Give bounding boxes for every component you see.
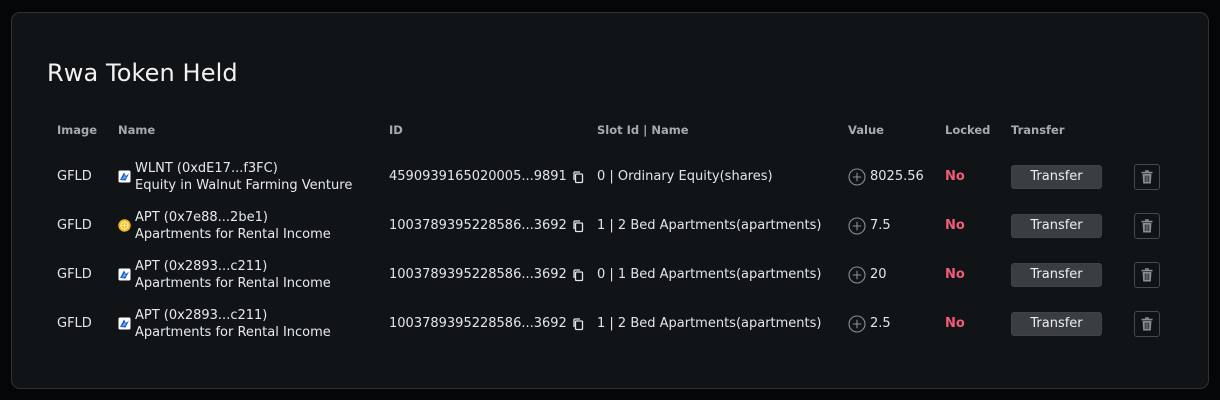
locked-cell: No [945, 152, 965, 201]
add-value-icon[interactable] [848, 167, 866, 186]
trash-icon [1141, 267, 1153, 281]
delete-cell [1134, 201, 1160, 250]
chain-logo-icon [118, 317, 131, 330]
token-symbol-address: WLNT (0xdE17...f3FC) [135, 160, 278, 176]
copy-icon[interactable] [571, 219, 585, 233]
token-description: Apartments for Rental Income [135, 226, 331, 242]
rwa-token-panel: Rwa Token Held Image Name ID Slot Id | N… [11, 12, 1209, 389]
header-image: Image [57, 123, 98, 137]
locked-cell: No [945, 250, 965, 299]
token-image-label: GFLD [57, 169, 92, 184]
trash-icon [1141, 218, 1153, 232]
value-cell: 20 [848, 250, 887, 299]
copy-icon[interactable] [571, 170, 585, 184]
token-id-cell: 4590939165020005...9891 [389, 152, 585, 201]
table-row: GFLD APT (0x2893...c211) Apartments for … [12, 250, 1208, 299]
token-value: 7.5 [870, 218, 891, 233]
transfer-cell: Transfer [1011, 201, 1102, 250]
token-id-cell: 1003789395228586...3692 [389, 299, 585, 348]
transfer-cell: Transfer [1011, 152, 1102, 201]
token-id-cell: 1003789395228586...3692 [389, 250, 585, 299]
token-value: 8025.56 [870, 169, 924, 184]
trash-icon [1141, 316, 1153, 330]
copy-icon[interactable] [571, 268, 585, 282]
locked-status: No [945, 218, 965, 233]
token-id-cell: 1003789395228586...3692 [389, 201, 585, 250]
delete-button[interactable] [1134, 310, 1160, 337]
delete-cell [1134, 250, 1160, 299]
token-image-label: GFLD [57, 218, 92, 233]
header-locked: Locked [945, 123, 991, 137]
transfer-button[interactable]: Transfer [1011, 311, 1102, 336]
token-description: Equity in Walnut Farming Venture [135, 177, 353, 193]
value-cell: 8025.56 [848, 152, 924, 201]
trash-icon [1141, 169, 1153, 183]
transfer-button[interactable]: Transfer [1011, 213, 1102, 238]
token-image-label: GFLD [57, 316, 92, 331]
slot-id-name: 0 | 1 Bed Apartments(apartments) [597, 267, 822, 282]
token-id: 4590939165020005...9891 [389, 169, 567, 184]
token-name-cell: APT (0x2893...c211) Apartments for Renta… [118, 299, 331, 348]
token-name-cell: WLNT (0xdE17...f3FC) Equity in Walnut Fa… [118, 152, 352, 201]
table-row: GFLD WLNT (0xdE17...f3FC) Equity in Waln… [12, 152, 1208, 201]
locked-cell: No [945, 201, 965, 250]
token-value: 20 [870, 267, 887, 282]
add-value-icon[interactable] [848, 216, 866, 235]
header-id: ID [389, 123, 403, 137]
token-id: 1003789395228586...3692 [389, 316, 567, 331]
delete-button[interactable] [1134, 212, 1160, 239]
table-row: GFLD APT (0x7e88...2be1) Apartments for … [12, 201, 1208, 250]
locked-cell: No [945, 299, 965, 348]
token-image-label: GFLD [57, 267, 92, 282]
copy-icon[interactable] [571, 317, 585, 331]
token-symbol-address: APT (0x2893...c211) [135, 307, 268, 323]
chain-logo-icon [118, 268, 131, 281]
delete-cell [1134, 299, 1160, 348]
locked-status: No [945, 316, 965, 331]
slot-id-name: 0 | Ordinary Equity(shares) [597, 169, 773, 184]
coin-logo-icon [118, 219, 131, 232]
delete-button[interactable] [1134, 163, 1160, 190]
transfer-cell: Transfer [1011, 299, 1102, 348]
token-value: 2.5 [870, 316, 891, 331]
add-value-icon[interactable] [848, 314, 866, 333]
token-id: 1003789395228586...3692 [389, 267, 567, 282]
panel-title: Rwa Token Held [47, 59, 238, 87]
token-name-cell: APT (0x7e88...2be1) Apartments for Renta… [118, 201, 331, 250]
delete-button[interactable] [1134, 261, 1160, 288]
header-value: Value [848, 123, 884, 137]
header-transfer: Transfer [1011, 123, 1065, 137]
slot-id-name: 1 | 2 Bed Apartments(apartments) [597, 218, 822, 233]
table-row: GFLD APT (0x2893...c211) Apartments for … [12, 299, 1208, 348]
value-cell: 2.5 [848, 299, 891, 348]
token-name-cell: APT (0x2893...c211) Apartments for Renta… [118, 250, 331, 299]
token-description: Apartments for Rental Income [135, 275, 331, 291]
token-symbol-address: APT (0x7e88...2be1) [135, 209, 268, 225]
slot-id-name: 1 | 2 Bed Apartments(apartments) [597, 316, 822, 331]
delete-cell [1134, 152, 1160, 201]
header-name: Name [118, 123, 156, 137]
locked-status: No [945, 267, 965, 282]
value-cell: 7.5 [848, 201, 891, 250]
locked-status: No [945, 169, 965, 184]
chain-logo-icon [118, 170, 131, 183]
token-id: 1003789395228586...3692 [389, 218, 567, 233]
transfer-cell: Transfer [1011, 250, 1102, 299]
header-slot: Slot Id | Name [597, 123, 689, 137]
transfer-button[interactable]: Transfer [1011, 262, 1102, 287]
token-description: Apartments for Rental Income [135, 324, 331, 340]
token-symbol-address: APT (0x2893...c211) [135, 258, 268, 274]
transfer-button[interactable]: Transfer [1011, 164, 1102, 189]
add-value-icon[interactable] [848, 265, 866, 284]
